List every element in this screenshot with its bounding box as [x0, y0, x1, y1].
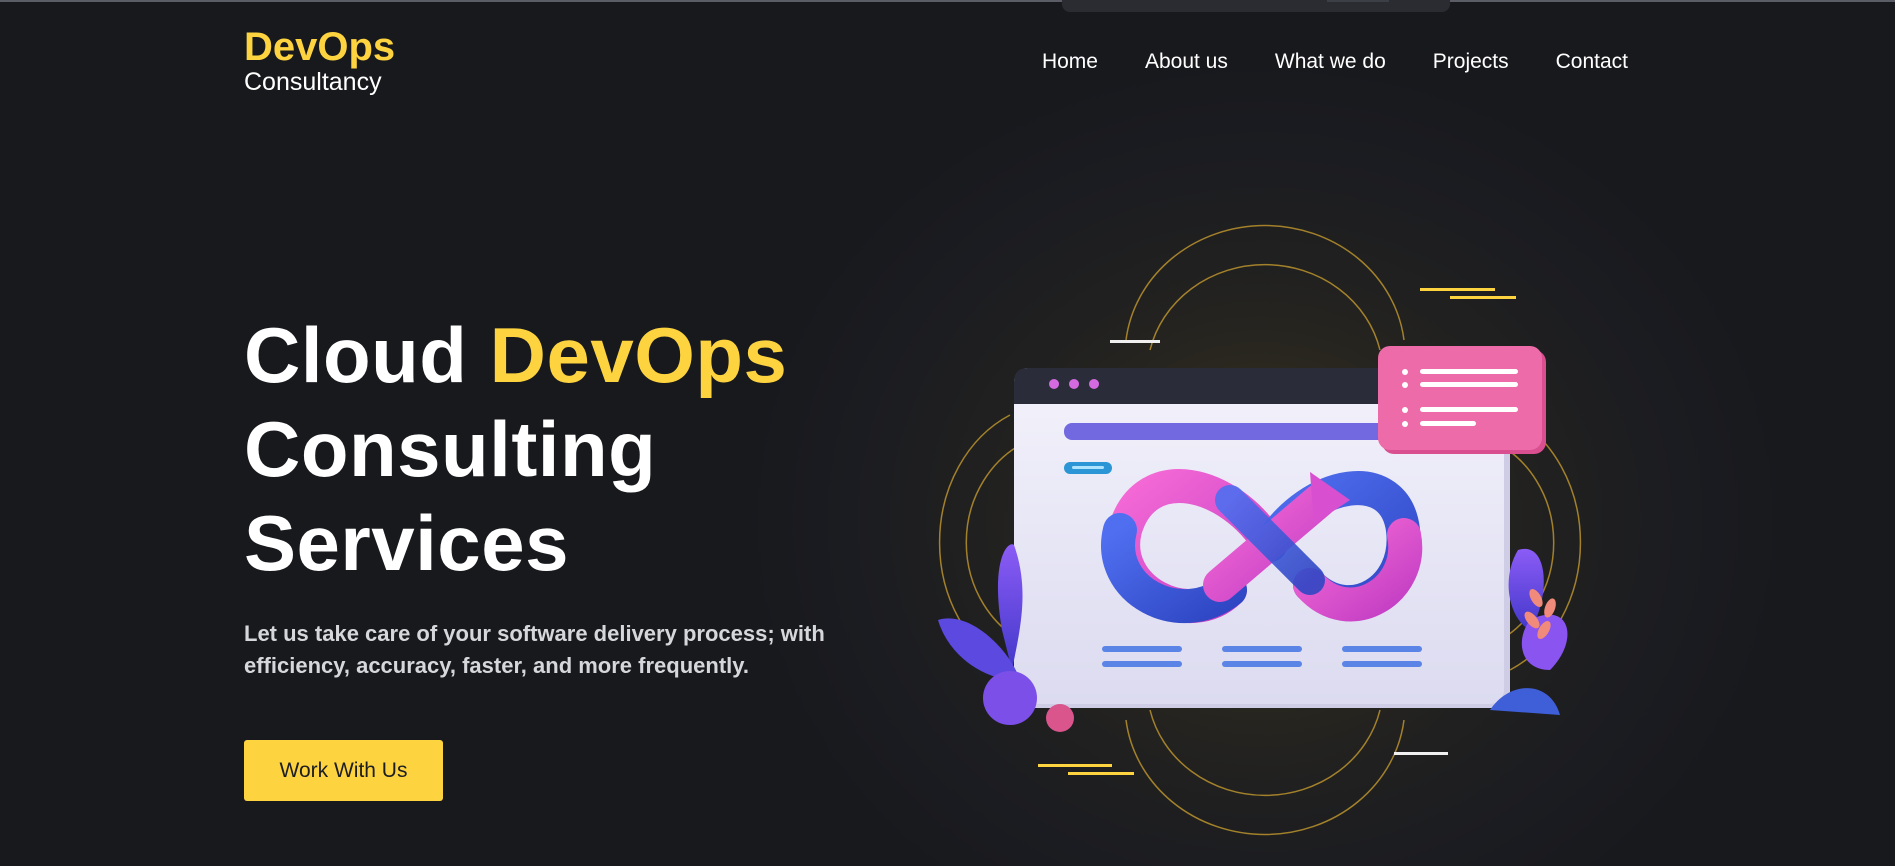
- hero-title: Cloud DevOps Consulting Services: [244, 308, 787, 590]
- work-with-us-button[interactable]: Work With Us: [244, 740, 443, 801]
- window-top-border: [0, 0, 1895, 2]
- logo-subtitle: Consultancy: [244, 68, 382, 96]
- browser-notch: [1062, 0, 1450, 12]
- main-nav: Home About us What we do Projects Contac…: [1042, 48, 1628, 76]
- site-logo[interactable]: DevOps Consultancy: [244, 24, 395, 96]
- chat-card-graphic: [1378, 346, 1546, 454]
- page: DevOps Consultancy Home About us What we…: [0, 0, 1895, 866]
- hero-title-part1: Cloud: [244, 311, 490, 399]
- nav-about-us[interactable]: About us: [1145, 48, 1228, 76]
- hero-title-line2: Consulting: [244, 405, 657, 493]
- hero-title-accent: DevOps: [489, 311, 788, 399]
- nav-what-we-do[interactable]: What we do: [1275, 48, 1386, 76]
- nav-home[interactable]: Home: [1042, 48, 1098, 76]
- devops-infinity-illustration-icon: [938, 224, 1582, 836]
- hero-title-line3: Services: [244, 499, 569, 587]
- nav-contact[interactable]: Contact: [1556, 48, 1628, 76]
- hero-description: Let us take care of your software delive…: [244, 621, 825, 678]
- nav-projects[interactable]: Projects: [1433, 48, 1509, 76]
- logo-title: DevOps: [244, 25, 396, 69]
